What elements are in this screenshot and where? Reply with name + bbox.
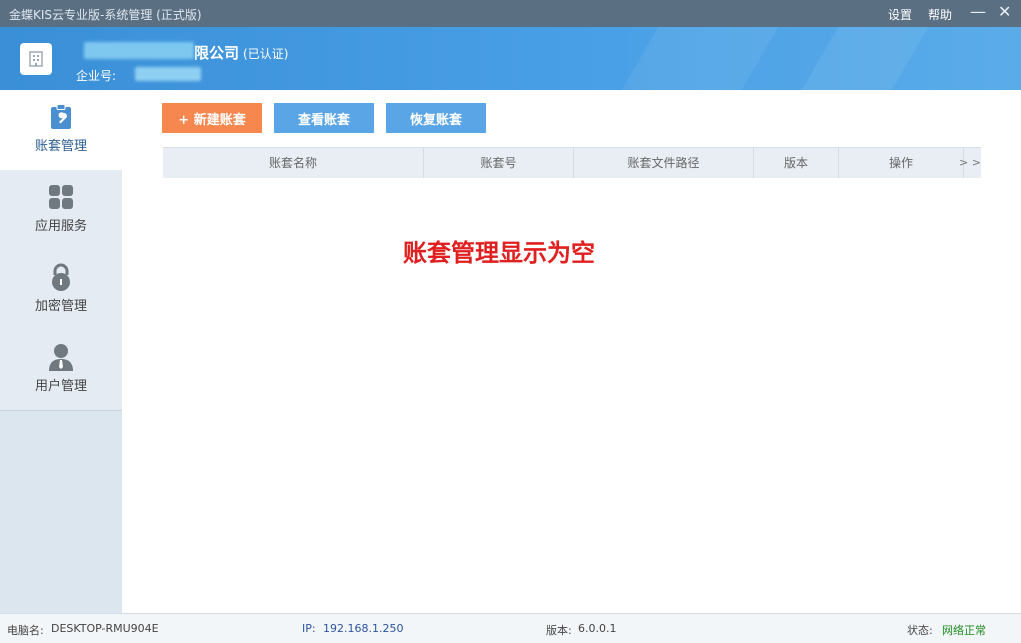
network-status-value: 网络正常: [942, 624, 986, 637]
sidebar-item-label: 加密管理: [34, 299, 87, 314]
ip-label: IP:: [302, 622, 316, 635]
sidebar-item-label: 账套管理: [34, 139, 87, 154]
clipboard-wrench-icon: [48, 103, 74, 131]
enterprise-id: 企业号:: [76, 69, 117, 83]
status-bar: 电脑名: DESKTOP-RMU904E IP: 192.168.1.250 版…: [0, 613, 1021, 643]
sidebar-item-label: 应用服务: [34, 219, 87, 234]
building-icon: [29, 51, 43, 67]
computer-name-value: DESKTOP-RMU904E: [51, 622, 159, 635]
more-columns-button[interactable]: > >: [959, 148, 981, 178]
version-value: 6.0.0.1: [578, 622, 617, 635]
sidebar-item-account-management[interactable]: 账套管理: [0, 90, 122, 171]
company-logo: [20, 43, 52, 75]
column-header-number[interactable]: 账套号: [424, 148, 574, 178]
redacted-company-name: [84, 42, 194, 59]
restore-account-set-button[interactable]: 恢复账套: [386, 103, 486, 133]
verified-badge: (已认证): [243, 47, 289, 61]
computer-name-label: 电脑名:: [7, 624, 44, 637]
window-title: 金蝶KIS云专业版-系统管理 (正式版): [9, 8, 202, 22]
sidebar-item-app-services[interactable]: 应用服务: [0, 170, 122, 251]
minimize-button[interactable]: —: [970, 2, 986, 21]
redacted-enterprise-id: [135, 67, 201, 81]
sidebar-item-encryption[interactable]: 加密管理: [0, 250, 122, 331]
ip-value: 192.168.1.250: [323, 622, 404, 635]
column-header-file-path[interactable]: 账套文件路径: [574, 148, 754, 178]
sidebar: 账套管理 应用服务 加密管理 用户管理: [0, 90, 122, 613]
lock-icon: [48, 263, 74, 291]
network-status-label: 状态:: [907, 624, 933, 637]
banner-decoration: [621, 27, 779, 90]
column-header-name[interactable]: 账套名称: [163, 148, 424, 178]
user-icon: [48, 343, 74, 371]
empty-state-annotation: 账套管理显示为空: [403, 239, 595, 267]
company-banner: 限公司 (已认证) 企业号:: [0, 27, 1021, 90]
company-name-text: 限公司: [194, 44, 240, 62]
title-bar: 金蝶KIS云专业版-系统管理 (正式版) 设置 帮助 — ✕: [0, 0, 1021, 27]
view-account-set-button[interactable]: 查看账套: [274, 103, 374, 133]
settings-button[interactable]: 设置: [888, 6, 912, 23]
account-set-table-header: 账套名称 账套号 账套文件路径 版本 操作 > >: [163, 147, 981, 178]
apps-grid-icon: [48, 183, 74, 211]
column-header-version[interactable]: 版本: [754, 148, 839, 178]
close-button[interactable]: ✕: [998, 2, 1011, 21]
sidebar-item-user-management[interactable]: 用户管理: [0, 330, 122, 411]
version-label: 版本:: [546, 624, 572, 637]
help-button[interactable]: 帮助: [928, 6, 952, 23]
sidebar-item-label: 用户管理: [34, 379, 87, 394]
banner-decoration: [801, 27, 929, 90]
column-header-actions[interactable]: 操作: [839, 148, 964, 178]
new-account-set-button[interactable]: + 新建账套: [162, 103, 262, 133]
